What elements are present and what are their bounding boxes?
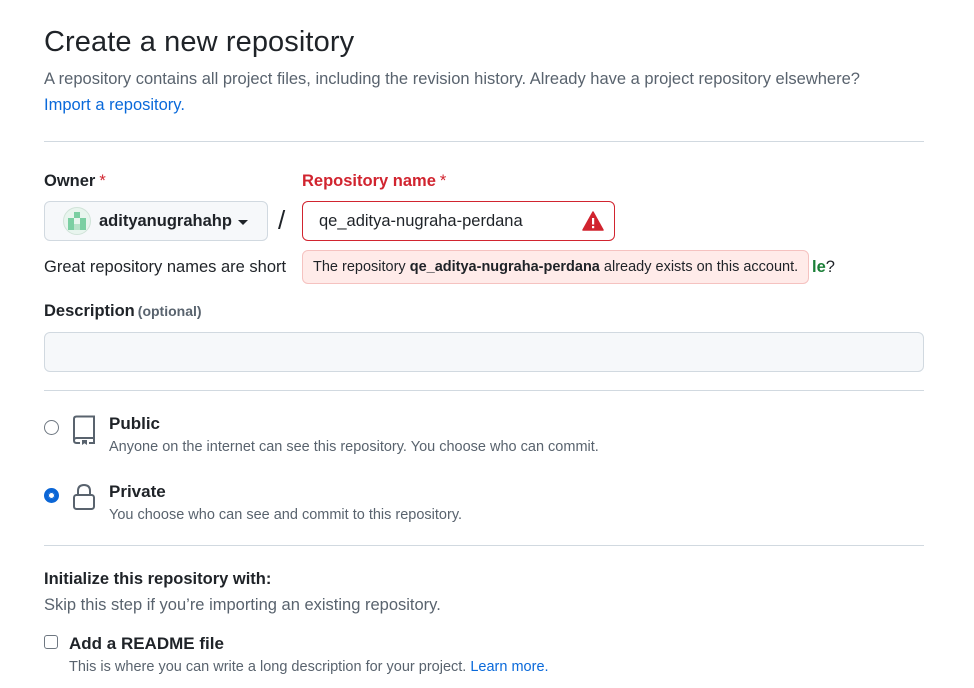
repo-name-error-tooltip: The repository qe_aditya-nugraha-perdana…	[302, 250, 810, 284]
error-prefix: The repository	[313, 259, 406, 275]
description-input[interactable]	[44, 332, 924, 372]
error-repo-name: qe_aditya-nugraha-perdana	[409, 259, 600, 275]
initialize-desc: Skip this step if you’re importing an ex…	[44, 596, 441, 614]
repo-name-help-text: Great repository names are short	[44, 258, 287, 276]
public-option-title: Public	[109, 414, 161, 433]
repo-name-label: Repository name *	[302, 172, 446, 191]
description-label: Description (optional)	[44, 302, 202, 321]
repository-name-input[interactable]: qe_aditya-nugraha-perdana	[302, 201, 615, 241]
owner-label-text: Owner	[44, 172, 96, 190]
private-radio[interactable]	[44, 488, 59, 503]
owner-avatar	[63, 207, 91, 235]
add-readme-checkbox[interactable]	[44, 635, 58, 649]
optional-hint: (optional)	[137, 303, 202, 319]
repo-name-help-tail: le?	[812, 258, 835, 277]
repo-icon	[72, 415, 95, 445]
divider	[44, 141, 924, 142]
public-option-desc: Anyone on the internet can see this repo…	[109, 439, 599, 455]
repo-name-label-text: Repository name	[302, 172, 436, 190]
readme-desc: This is where you can write a long descr…	[69, 659, 549, 675]
private-option-desc: You choose who can see and commit to thi…	[109, 507, 463, 523]
lock-icon	[73, 483, 95, 510]
page-subtitle: A repository contains all project files,…	[44, 70, 860, 88]
divider	[44, 390, 924, 391]
error-suffix: already exists on this account.	[603, 259, 799, 275]
learn-more-link[interactable]: Learn more.	[470, 659, 548, 675]
owner-label: Owner *	[44, 172, 106, 191]
required-mark: *	[99, 172, 106, 190]
repository-name-value[interactable]: qe_aditya-nugraha-perdana	[319, 212, 523, 231]
help-tail-question: ?	[825, 258, 835, 276]
owner-name: adityanugrahahp	[99, 211, 232, 230]
add-readme-label[interactable]: Add a README file	[69, 634, 224, 654]
required-mark: *	[439, 172, 447, 190]
private-option-title: Private	[109, 482, 166, 501]
readme-desc-text: This is where you can write a long descr…	[69, 659, 467, 675]
chevron-down-icon	[237, 219, 248, 225]
public-radio[interactable]	[44, 420, 59, 435]
import-repository-link[interactable]: Import a repository.	[44, 96, 185, 115]
owner-repo-separator: /	[278, 205, 286, 235]
page-title: Create a new repository	[44, 26, 355, 58]
repo-suggestion-fragment[interactable]: le	[812, 258, 826, 276]
owner-select-button[interactable]: adityanugrahahp	[44, 201, 268, 241]
alert-icon	[582, 211, 604, 231]
initialize-title: Initialize this repository with:	[44, 570, 272, 588]
divider	[44, 545, 924, 546]
description-label-text: Description	[44, 302, 135, 320]
